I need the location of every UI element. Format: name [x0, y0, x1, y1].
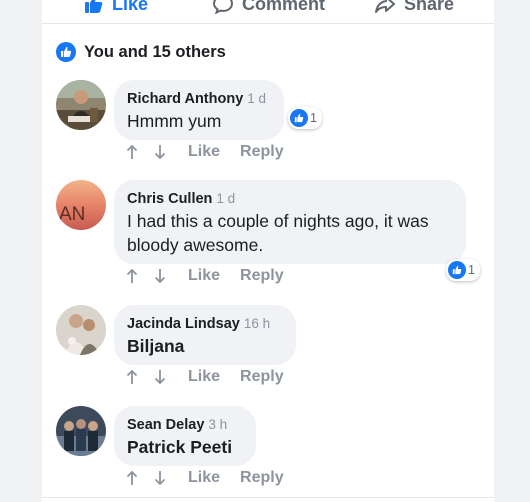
comment-bubble: Richard Anthony 1 d Hmmm yum: [114, 80, 284, 140]
comment-like-button[interactable]: Like: [188, 469, 220, 487]
comment-actions: Like Reply: [116, 265, 284, 287]
upvote-button[interactable]: [120, 366, 144, 388]
comment-reaction-count[interactable]: 1: [288, 107, 322, 129]
reactions-summary[interactable]: You and 15 others: [56, 40, 226, 64]
post-action-bar: Like Comment Share: [42, 0, 494, 24]
comment-actions: Like Reply: [116, 467, 284, 489]
comment-timestamp[interactable]: 1 d: [247, 91, 266, 106]
speech-bubble-icon: [212, 0, 234, 14]
commenter-name[interactable]: Richard Anthony: [127, 91, 243, 107]
comment-text: Hmmm yum: [127, 111, 222, 131]
downvote-button[interactable]: [148, 141, 172, 163]
comment-bubble: Sean Delay 3 h Patrick Peeti: [114, 406, 256, 466]
post-comment-button[interactable]: Comment: [212, 0, 325, 16]
comment-text: I had this a couple of nights ago, it wa…: [127, 211, 429, 255]
post-share-button[interactable]: Share: [374, 0, 454, 16]
reaction-count-text: 1: [310, 111, 317, 125]
arrow-down-icon: [154, 370, 166, 385]
share-arrow-icon: [374, 0, 396, 14]
comment-reaction-count[interactable]: 1: [446, 259, 480, 281]
post-card: Like Comment Share You and 15 others Ric…: [42, 0, 494, 502]
upvote-button[interactable]: [120, 265, 144, 287]
comment-reply-button[interactable]: Reply: [240, 469, 284, 487]
arrow-up-icon: [126, 369, 138, 384]
comment-timestamp[interactable]: 3 h: [208, 417, 227, 432]
comment-text: Patrick Peeti: [127, 437, 233, 457]
thumbs-up-icon: [56, 42, 76, 62]
commenter-name[interactable]: Sean Delay: [127, 417, 204, 433]
comment-bubble: Chris Cullen 1 d I had this a couple of n…: [114, 180, 466, 264]
post-comment-label: Comment: [242, 0, 326, 14]
avatar[interactable]: [56, 406, 106, 456]
comment-like-button[interactable]: Like: [188, 267, 220, 285]
commenter-name[interactable]: Chris Cullen: [127, 191, 212, 207]
comment-timestamp[interactable]: 1 d: [216, 191, 235, 206]
avatar[interactable]: [56, 305, 106, 355]
thumbs-up-icon: [84, 0, 104, 14]
post-share-label: Share: [404, 0, 455, 14]
avatar[interactable]: [56, 80, 106, 130]
upvote-button[interactable]: [120, 141, 144, 163]
avatar[interactable]: AN: [56, 180, 106, 230]
reactions-summary-text: You and 15 others: [84, 42, 226, 61]
arrow-up-icon: [126, 470, 138, 485]
divider: [42, 497, 494, 498]
arrow-down-icon: [154, 145, 166, 160]
avatar-logo-text: AN: [59, 204, 85, 225]
downvote-button[interactable]: [148, 366, 172, 388]
comment-like-button[interactable]: Like: [188, 368, 220, 386]
reaction-count-text: 1: [468, 263, 475, 277]
upvote-button[interactable]: [120, 467, 144, 489]
downvote-button[interactable]: [148, 467, 172, 489]
comment-actions: Like Reply: [116, 366, 284, 388]
post-like-label: Like: [112, 0, 149, 14]
thumbs-up-icon: [448, 261, 466, 279]
comment-like-button[interactable]: Like: [188, 143, 220, 161]
comment-reply-button[interactable]: Reply: [240, 143, 284, 161]
arrow-up-icon: [126, 268, 138, 283]
arrow-down-icon: [154, 471, 166, 486]
comment-text: Biljana: [127, 336, 185, 356]
comment-reply-button[interactable]: Reply: [240, 267, 284, 285]
comment-reply-button[interactable]: Reply: [240, 368, 284, 386]
arrow-up-icon: [126, 144, 138, 159]
comment-timestamp[interactable]: 16 h: [244, 316, 270, 331]
commenter-name[interactable]: Jacinda Lindsay: [127, 316, 240, 332]
thumbs-up-icon: [290, 109, 308, 127]
downvote-button[interactable]: [148, 265, 172, 287]
arrow-down-icon: [154, 269, 166, 284]
post-like-button[interactable]: Like: [84, 0, 148, 16]
comment-actions: Like Reply: [116, 141, 284, 163]
comment-bubble: Jacinda Lindsay 16 h Biljana: [114, 305, 296, 365]
